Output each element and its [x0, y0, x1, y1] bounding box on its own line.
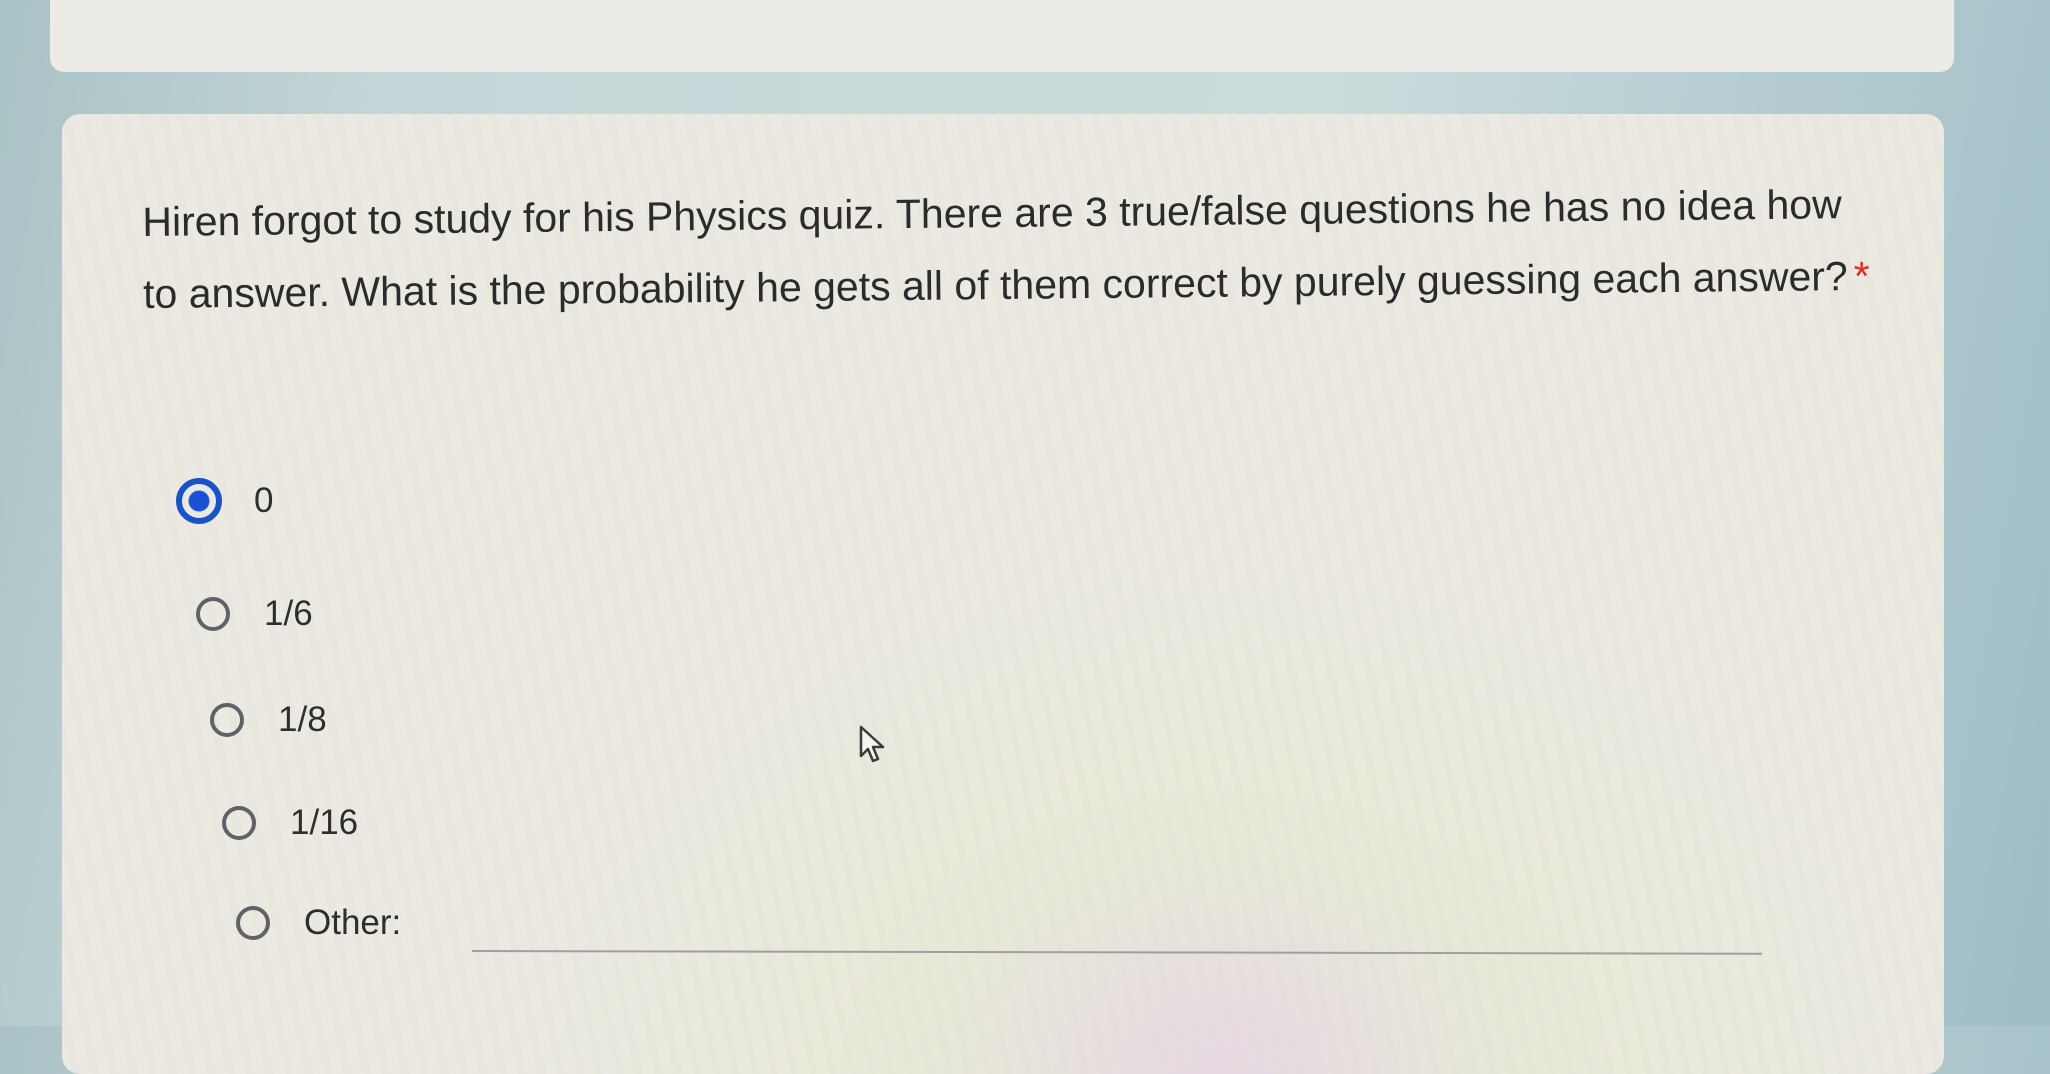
option-0[interactable]: 0: [176, 478, 273, 524]
radio-unselected-icon[interactable]: [236, 906, 270, 940]
option-label: 0: [254, 481, 274, 520]
radio-selected-icon[interactable]: [176, 478, 222, 524]
option-label: 1/16: [290, 803, 359, 842]
radio-unselected-icon[interactable]: [196, 597, 230, 631]
radio-unselected-icon[interactable]: [222, 806, 256, 840]
option-1-8[interactable]: 1/8: [210, 700, 327, 740]
option-label: 1/8: [278, 700, 327, 739]
required-asterisk: *: [1853, 252, 1870, 300]
option-1-16[interactable]: 1/16: [222, 803, 358, 843]
previous-question-card: [50, 0, 1954, 72]
mouse-pointer-icon: [859, 725, 885, 763]
question-text: Hiren forgot to study for his Physics qu…: [142, 181, 1848, 317]
option-label: 1/6: [264, 594, 313, 633]
option-label: Other:: [304, 903, 402, 942]
option-1-6[interactable]: 1/6: [196, 594, 313, 634]
option-other[interactable]: Other:: [236, 903, 401, 943]
question-title: Hiren forgot to study for his Physics qu…: [142, 168, 1883, 330]
radio-unselected-icon[interactable]: [210, 703, 244, 737]
